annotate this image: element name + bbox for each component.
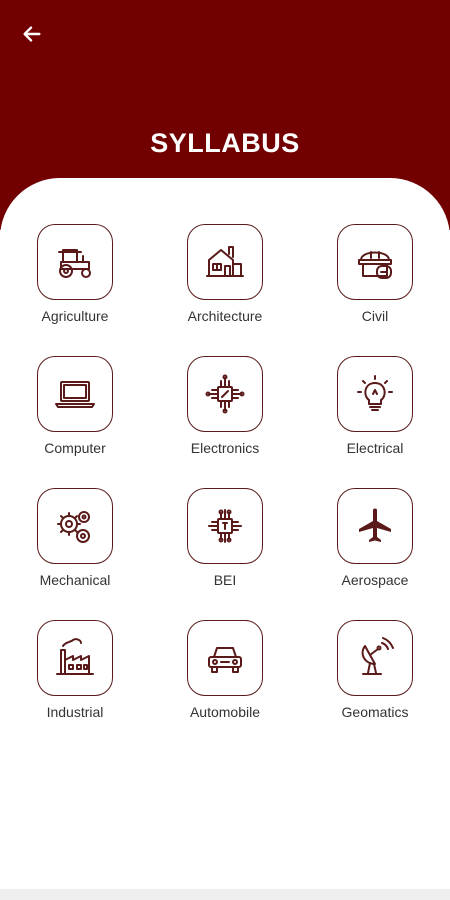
factory-icon [56, 638, 94, 675]
tractor-icon [58, 249, 91, 278]
icon-tile [37, 488, 113, 564]
icon-tile [187, 488, 263, 564]
syllabus-item-civil[interactable]: Civil [300, 224, 450, 356]
syllabus-item-aerospace[interactable]: Aerospace [300, 488, 450, 620]
helmet-icon [358, 251, 392, 279]
icon-tile [187, 620, 263, 696]
bulb-icon [357, 375, 393, 411]
item-label: Mechanical [39, 572, 111, 588]
chip-icon [205, 374, 245, 414]
item-label: Electrical [346, 440, 404, 456]
item-label: Computer [44, 440, 106, 456]
back-button[interactable] [16, 20, 48, 48]
syllabus-item-architecture[interactable]: Architecture [150, 224, 300, 356]
syllabus-item-electronics[interactable]: Electronics [150, 356, 300, 488]
syllabus-item-industrial[interactable]: Industrial [0, 620, 150, 752]
icon-tile [37, 224, 113, 300]
syllabus-item-computer[interactable]: Computer [0, 356, 150, 488]
syllabus-item-bei[interactable]: BEI [150, 488, 300, 620]
satellite-dish-icon [361, 637, 394, 675]
circuit-icon [208, 509, 242, 543]
house-icon [206, 246, 244, 277]
car-icon [208, 647, 242, 673]
icon-tile [187, 224, 263, 300]
laptop-icon [55, 381, 95, 408]
icon-tile [337, 224, 413, 300]
icon-tile [337, 620, 413, 696]
page-title: SYLLABUS [150, 128, 300, 158]
item-label: BEI [213, 572, 237, 588]
item-label: Aerospace [341, 572, 409, 588]
icon-tile [337, 488, 413, 564]
arrow-left-icon [23, 26, 41, 42]
syllabus-item-agriculture[interactable]: Agriculture [0, 224, 150, 356]
item-label: Agriculture [41, 308, 109, 324]
syllabus-item-mechanical[interactable]: Mechanical [0, 488, 150, 620]
syllabus-item-geomatics[interactable]: Geomatics [300, 620, 450, 752]
item-label: Geomatics [341, 704, 409, 720]
icon-tile [337, 356, 413, 432]
icon-tile [37, 620, 113, 696]
syllabus-grid: Agriculture Architecture Civil Computer … [0, 224, 450, 752]
item-label: Architecture [187, 308, 263, 324]
syllabus-item-automobile[interactable]: Automobile [150, 620, 300, 752]
item-label: Industrial [46, 704, 104, 720]
icon-tile [37, 356, 113, 432]
airplane-icon [359, 508, 391, 542]
syllabus-item-electrical[interactable]: Electrical [300, 356, 450, 488]
icon-tile [187, 356, 263, 432]
system-nav-bar [0, 889, 450, 900]
item-label: Automobile [189, 704, 261, 720]
item-label: Civil [361, 308, 389, 324]
gears-icon [57, 511, 90, 543]
item-label: Electronics [190, 440, 260, 456]
